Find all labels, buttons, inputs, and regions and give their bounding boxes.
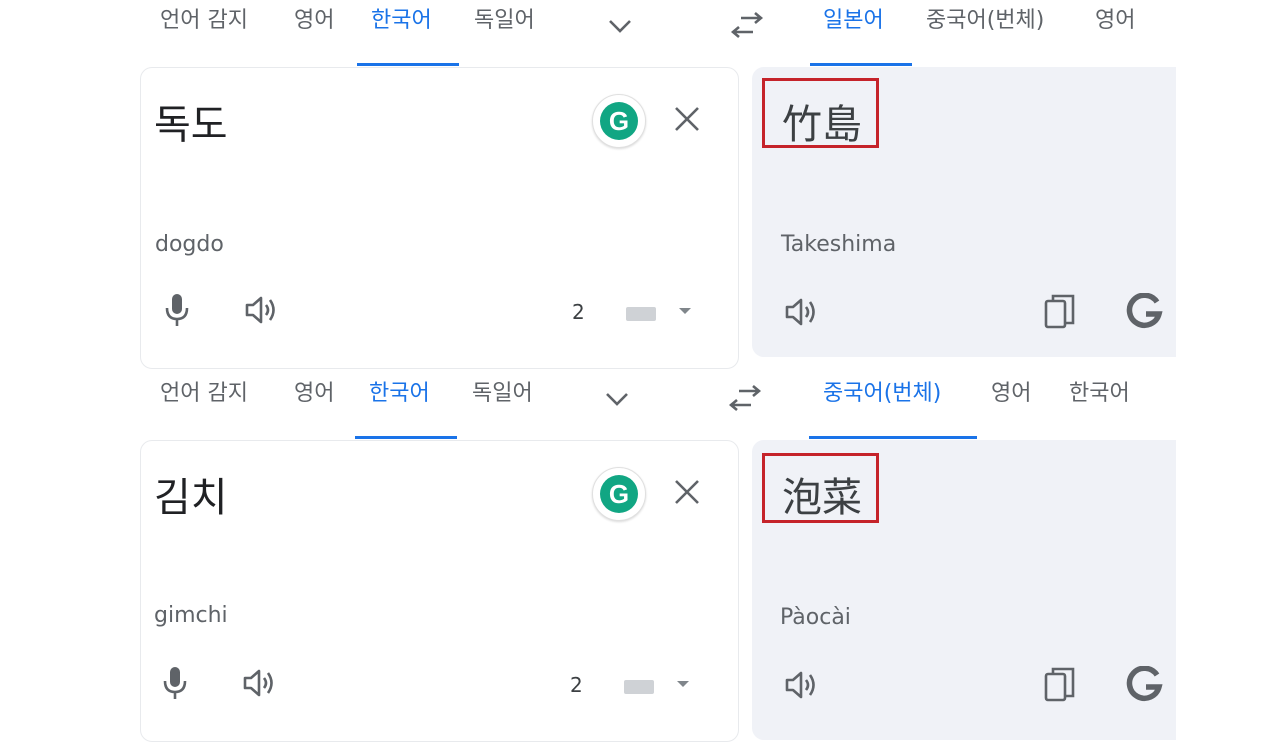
- tab-source-english[interactable]: 영어: [294, 10, 334, 32]
- source-romanization: dogdo: [155, 232, 224, 257]
- tab-source-korean[interactable]: 한국어: [369, 383, 430, 405]
- tab-target-english[interactable]: 영어: [991, 383, 1031, 405]
- character-count: 2: [572, 300, 585, 324]
- swap-languages-icon[interactable]: [727, 10, 767, 42]
- tab-detect-language[interactable]: 언어 감지: [160, 383, 248, 405]
- source-text-area[interactable]: [140, 440, 739, 742]
- keyboard-dropdown-icon[interactable]: [679, 308, 691, 314]
- grammarly-icon[interactable]: G: [592, 467, 646, 521]
- translate-panel-2: 언어 감지 영어 한국어 독일어 중국어(번체) 영어 한국어 김치 G gim…: [0, 373, 1280, 743]
- tab-detect-language[interactable]: 언어 감지: [160, 10, 248, 32]
- chevron-down-icon[interactable]: [601, 383, 633, 415]
- source-text[interactable]: 독도: [154, 92, 228, 150]
- close-icon[interactable]: [670, 475, 704, 509]
- keyboard-dropdown-icon[interactable]: [677, 681, 689, 687]
- google-icon[interactable]: [1126, 293, 1166, 331]
- copy-icon[interactable]: [1043, 666, 1077, 704]
- google-icon[interactable]: [1126, 666, 1166, 704]
- source-text[interactable]: 김치: [154, 465, 228, 523]
- keyboard-icon[interactable]: [624, 680, 654, 694]
- tab-target-chinese-traditional[interactable]: 중국어(번체): [926, 10, 1044, 32]
- active-source-underline: [355, 436, 457, 439]
- tab-target-korean[interactable]: 한국어: [1069, 383, 1130, 405]
- active-source-underline: [357, 63, 459, 66]
- translated-romanization: Takeshima: [781, 232, 897, 257]
- speaker-icon[interactable]: [784, 296, 820, 328]
- copy-icon[interactable]: [1043, 293, 1077, 331]
- microphone-icon[interactable]: [162, 292, 192, 328]
- source-romanization: gimchi: [154, 603, 228, 628]
- tab-source-german[interactable]: 독일어: [474, 10, 535, 32]
- translated-romanization: Pàocài: [780, 605, 851, 630]
- speaker-icon[interactable]: [242, 667, 278, 699]
- character-count: 2: [570, 673, 583, 697]
- tab-target-english[interactable]: 영어: [1095, 10, 1135, 32]
- close-icon[interactable]: [670, 102, 704, 136]
- tab-source-english[interactable]: 영어: [294, 383, 334, 405]
- speaker-icon[interactable]: [784, 669, 820, 701]
- speaker-icon[interactable]: [244, 294, 280, 326]
- highlight-box: [762, 78, 879, 148]
- highlight-box: [762, 453, 879, 523]
- microphone-icon[interactable]: [160, 665, 190, 701]
- keyboard-icon[interactable]: [626, 307, 656, 321]
- tab-target-chinese-traditional[interactable]: 중국어(번체): [823, 383, 941, 405]
- translate-panel-1: 언어 감지 영어 한국어 독일어 일본어 중국어(번체) 영어 독도 G dog…: [0, 0, 1280, 370]
- active-target-underline: [810, 63, 912, 66]
- chevron-down-icon[interactable]: [604, 10, 636, 42]
- active-target-underline: [809, 436, 977, 439]
- tab-source-korean[interactable]: 한국어: [371, 10, 432, 32]
- grammarly-icon[interactable]: G: [592, 94, 646, 148]
- tab-target-japanese[interactable]: 일본어: [823, 10, 884, 32]
- source-text-area[interactable]: [140, 67, 739, 369]
- tab-source-german[interactable]: 독일어: [472, 383, 533, 405]
- swap-languages-icon[interactable]: [725, 383, 765, 415]
